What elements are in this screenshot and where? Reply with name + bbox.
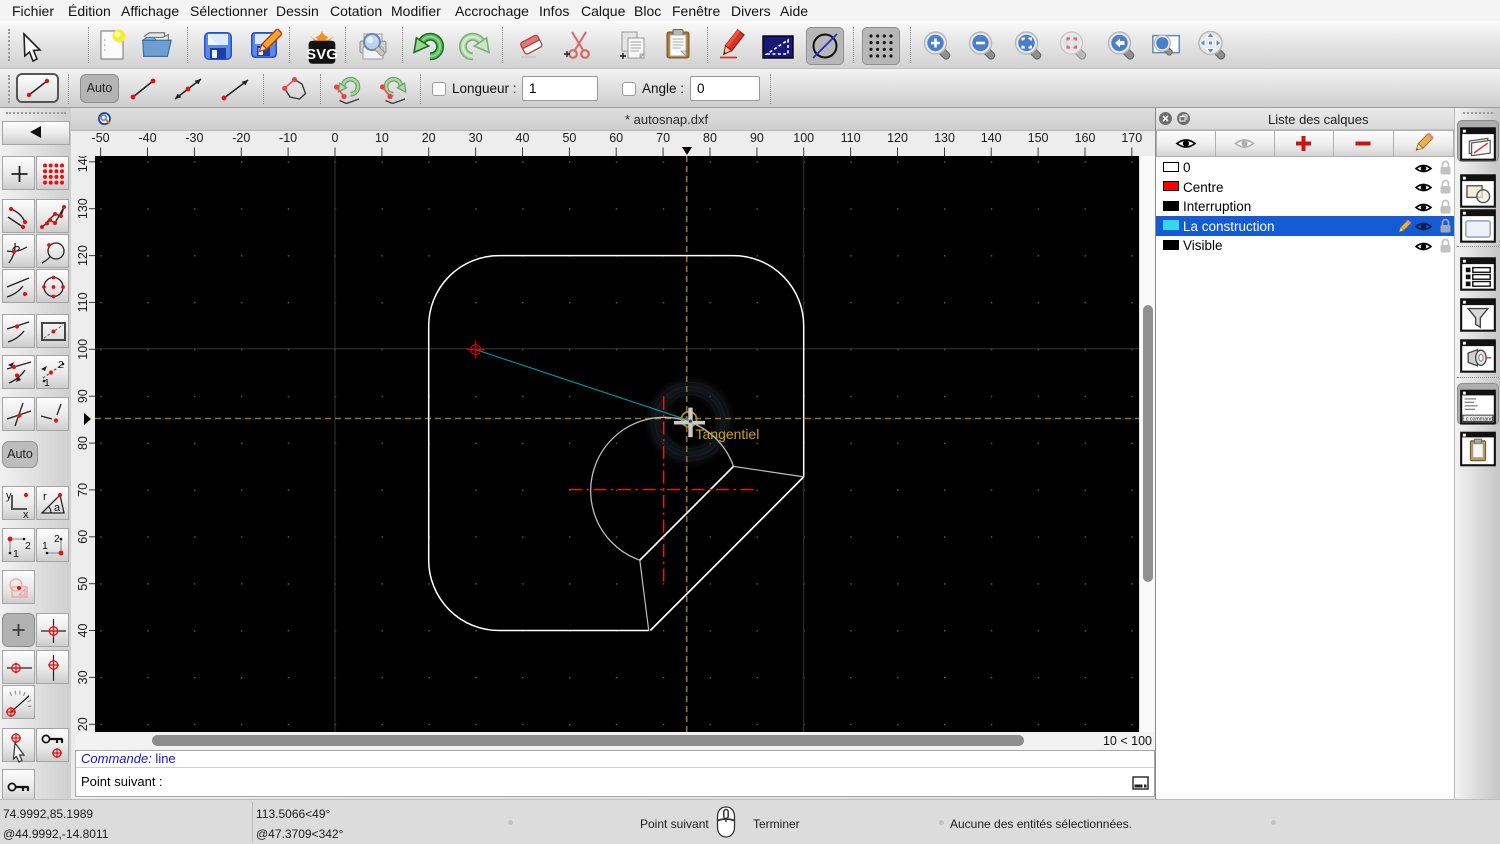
svg-text:80: 80 xyxy=(703,131,717,145)
svg-text:120: 120 xyxy=(76,245,90,266)
svg-text:y: y xyxy=(6,490,12,502)
svg-text:110: 110 xyxy=(841,131,861,145)
svg-text:140: 140 xyxy=(76,156,90,172)
svg-text:Tangentiel: Tangentiel xyxy=(696,426,760,442)
svg-text:80: 80 xyxy=(76,436,90,450)
svg-text:140: 140 xyxy=(981,131,1002,145)
svg-text:20: 20 xyxy=(422,131,436,145)
svg-text:40: 40 xyxy=(76,624,90,638)
svg-text:130: 130 xyxy=(76,198,90,219)
svg-text:130: 130 xyxy=(934,131,955,145)
svg-text:a: a xyxy=(54,502,61,514)
svg-text:2: 2 xyxy=(54,533,60,545)
svg-text:120: 120 xyxy=(887,131,908,145)
svg-text:r: r xyxy=(43,491,47,503)
svg-text:50: 50 xyxy=(76,577,90,591)
svg-text:100: 100 xyxy=(76,339,90,360)
svg-text:1: 1 xyxy=(42,540,48,552)
svg-text:50: 50 xyxy=(562,131,576,145)
svg-text:-10: -10 xyxy=(279,131,297,145)
svg-text:-30: -30 xyxy=(185,131,203,145)
svg-text:x: x xyxy=(23,509,29,521)
svg-text:70: 70 xyxy=(76,483,90,497)
svg-text:160: 160 xyxy=(1075,131,1096,145)
svg-text:-20: -20 xyxy=(232,131,250,145)
svg-text:-40: -40 xyxy=(138,131,156,145)
svg-text:90: 90 xyxy=(76,389,90,403)
svg-text:1: 1 xyxy=(44,377,50,389)
svg-text:90: 90 xyxy=(750,131,764,145)
svg-text:30: 30 xyxy=(469,131,483,145)
svg-text:60: 60 xyxy=(76,530,90,544)
svg-text:2: 2 xyxy=(25,540,31,552)
svg-text:-50: -50 xyxy=(92,131,110,145)
svg-text:30: 30 xyxy=(76,670,90,684)
svg-text:SVG: SVG xyxy=(306,46,338,63)
svg-text:c command: c command xyxy=(1466,416,1493,422)
svg-text:10: 10 xyxy=(375,131,389,145)
svg-text:20: 20 xyxy=(76,717,90,731)
svg-text:100: 100 xyxy=(793,131,814,145)
svg-text:1: 1 xyxy=(13,548,19,560)
svg-text:150: 150 xyxy=(1028,131,1049,145)
svg-text:0: 0 xyxy=(332,131,339,145)
svg-text:2: 2 xyxy=(58,359,64,371)
svg-text:70: 70 xyxy=(656,131,670,145)
svg-text:60: 60 xyxy=(609,131,623,145)
svg-text:110: 110 xyxy=(76,292,90,312)
svg-text:40: 40 xyxy=(516,131,530,145)
svg-text:170: 170 xyxy=(1121,131,1142,145)
